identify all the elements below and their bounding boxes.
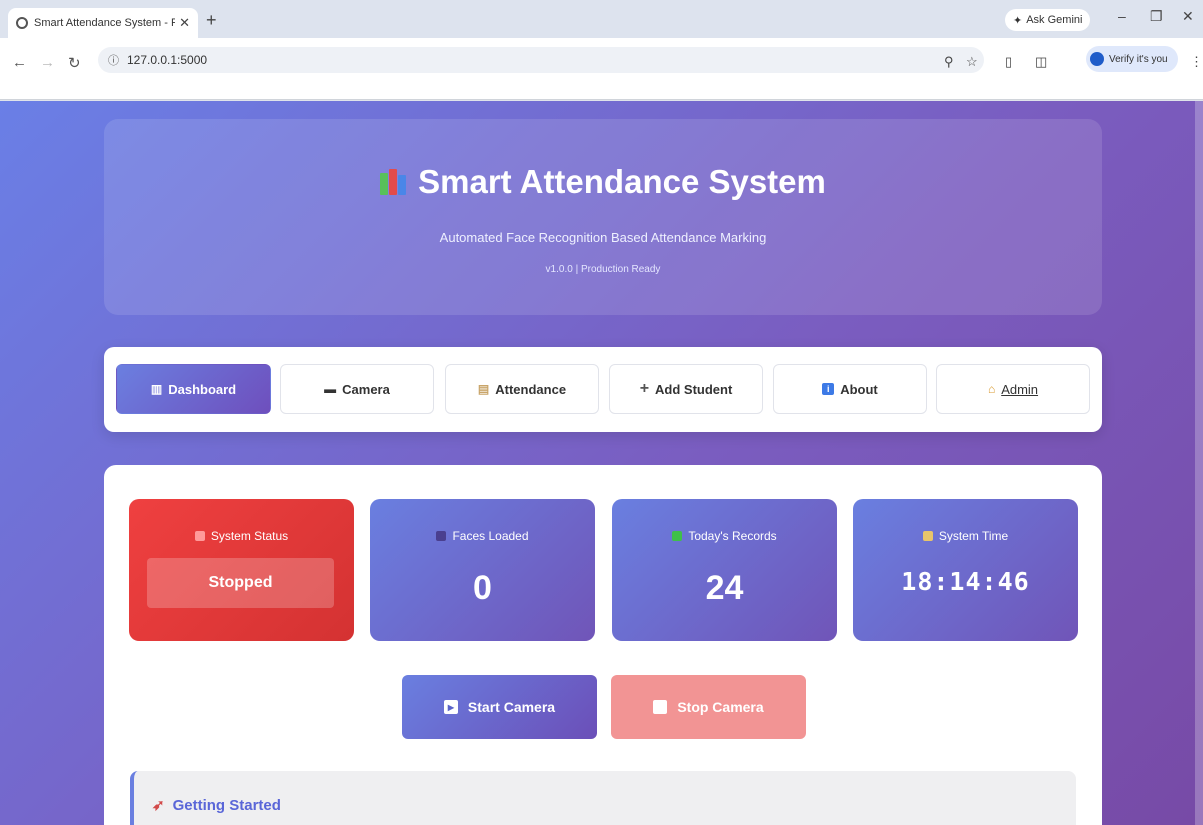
tab-admin-label: Admin (1001, 381, 1039, 397)
getting-started-section: ➶ Getting Started (130, 771, 1076, 825)
dashboard-panel: System Status Stopped Faces Loaded 0 Tod… (104, 465, 1102, 825)
address-bar[interactable]: ⓘ 127.0.0.1:5000 (98, 47, 984, 73)
tab-camera-label: Camera (342, 381, 390, 397)
clipboard-icon: ▤ (477, 382, 490, 396)
camera-icon: ▬ (324, 382, 337, 396)
tab-camera[interactable]: ▬ Camera (280, 364, 434, 414)
start-camera-label: Start Camera (467, 699, 556, 715)
faces-loaded-label: Faces Loaded (452, 529, 529, 543)
plus-icon: + (639, 380, 650, 397)
header-banner: Smart Attendance System Automated Face R… (104, 119, 1102, 315)
site-info-icon[interactable]: ⓘ (108, 52, 119, 68)
profile-avatar (1090, 52, 1104, 66)
tab-add-student[interactable]: + Add Student (609, 364, 763, 414)
tab-attendance-label: Attendance (495, 381, 567, 397)
browser-tab-bar: Smart Attendance System - Fa ✕ + ✦ Ask G… (0, 0, 1203, 38)
books-icon (380, 169, 407, 195)
version-label: v1.0.0 | Production Ready (545, 264, 661, 275)
tab-close-icon[interactable]: ✕ (179, 15, 190, 31)
url-text: 127.0.0.1:5000 (127, 53, 208, 67)
tab-add-student-label: Add Student (655, 381, 733, 397)
system-status-card: System Status Stopped (129, 499, 354, 641)
page-title: Smart Attendance System (418, 163, 826, 200)
todays-records-value: 24 (705, 569, 744, 607)
start-camera-button[interactable]: ▶ Start Camera (402, 675, 597, 739)
tab-about-label: About (840, 381, 878, 397)
info-icon: i (822, 383, 835, 395)
browser-toolbar: ← → ↻ ⓘ 127.0.0.1:5000 ⚲ ☆ ▯ ◫ Verify it… (0, 38, 1203, 100)
getting-started-title: Getting Started (172, 796, 281, 814)
page-viewport: Smart Attendance System Automated Face R… (0, 101, 1203, 825)
faces-loaded-label-row: Faces Loaded (370, 529, 595, 543)
search-page-icon[interactable]: ⚲ (944, 54, 954, 70)
faces-loaded-value: 0 (473, 569, 492, 607)
getting-started-title-row: ➶ Getting Started (152, 796, 281, 815)
extensions-icon[interactable]: ▯ (1005, 54, 1012, 70)
stop-camera-label: Stop Camera (677, 699, 764, 715)
ask-gemini-button[interactable]: ✦ Ask Gemini (1005, 9, 1091, 31)
clock-icon (922, 531, 933, 541)
system-time-card: System Time 18:14:46 (853, 499, 1078, 641)
status-dot-icon (194, 531, 205, 541)
lock-icon: ⌂ (987, 382, 996, 396)
forward-icon[interactable]: → (40, 54, 55, 71)
todays-records-label: Today's Records (688, 529, 777, 543)
stop-camera-button[interactable]: Stop Camera (611, 675, 806, 739)
ask-gemini-label: Ask Gemini (1026, 14, 1083, 26)
sparkle-icon: ✦ (1013, 14, 1023, 27)
tab-about[interactable]: i About (773, 364, 927, 414)
tab-dashboard[interactable]: ▥ Dashboard (116, 364, 271, 414)
globe-icon (16, 17, 28, 29)
back-icon[interactable]: ← (12, 54, 27, 71)
system-time-label-row: System Time (853, 529, 1078, 543)
main-nav: ▥ Dashboard ▬ Camera ▤ Attendance + Add … (104, 347, 1102, 432)
menu-kebab-icon[interactable]: ⋮ (1190, 54, 1203, 70)
restore-button[interactable]: ❐ (1150, 8, 1163, 25)
side-panel-icon[interactable]: ◫ (1035, 54, 1047, 70)
page-scrollbar[interactable] (1195, 101, 1203, 825)
new-tab-button[interactable]: + (206, 10, 217, 31)
check-icon (672, 531, 683, 541)
tab-admin[interactable]: ⌂ Admin (936, 364, 1090, 414)
tab-dashboard-label: Dashboard (168, 381, 237, 397)
system-time-label: System Time (938, 529, 1009, 543)
chart-icon: ▥ (150, 382, 163, 396)
todays-records-card: Today's Records 24 (612, 499, 837, 641)
bookmark-star-icon[interactable]: ☆ (966, 54, 978, 70)
tab-title: Smart Attendance System - Fa (34, 17, 176, 29)
profile-verify-button[interactable]: Verify it's you (1086, 46, 1178, 72)
system-time-value: 18:14:46 (901, 567, 1030, 596)
tab-attendance[interactable]: ▤ Attendance (445, 364, 599, 414)
system-status-label: System Status (210, 529, 289, 543)
status-badge: Stopped (147, 558, 334, 608)
faces-loaded-card: Faces Loaded 0 (370, 499, 595, 641)
system-status-label-row: System Status (129, 529, 354, 543)
todays-records-label-row: Today's Records (612, 529, 837, 543)
play-icon: ▶ (443, 700, 458, 714)
faces-icon (436, 531, 447, 541)
stop-icon (653, 700, 668, 714)
close-window-button[interactable]: ✕ (1182, 8, 1194, 25)
verify-label: Verify it's you (1109, 53, 1168, 65)
browser-tab[interactable]: Smart Attendance System - Fa ✕ (8, 8, 198, 38)
minimize-button[interactable]: – (1118, 8, 1126, 24)
reload-icon[interactable]: ↻ (68, 54, 81, 72)
rocket-icon: ➶ (152, 797, 165, 814)
page-subtitle: Automated Face Recognition Based Attenda… (439, 230, 767, 245)
page-title-row: Smart Attendance System (104, 163, 1102, 201)
